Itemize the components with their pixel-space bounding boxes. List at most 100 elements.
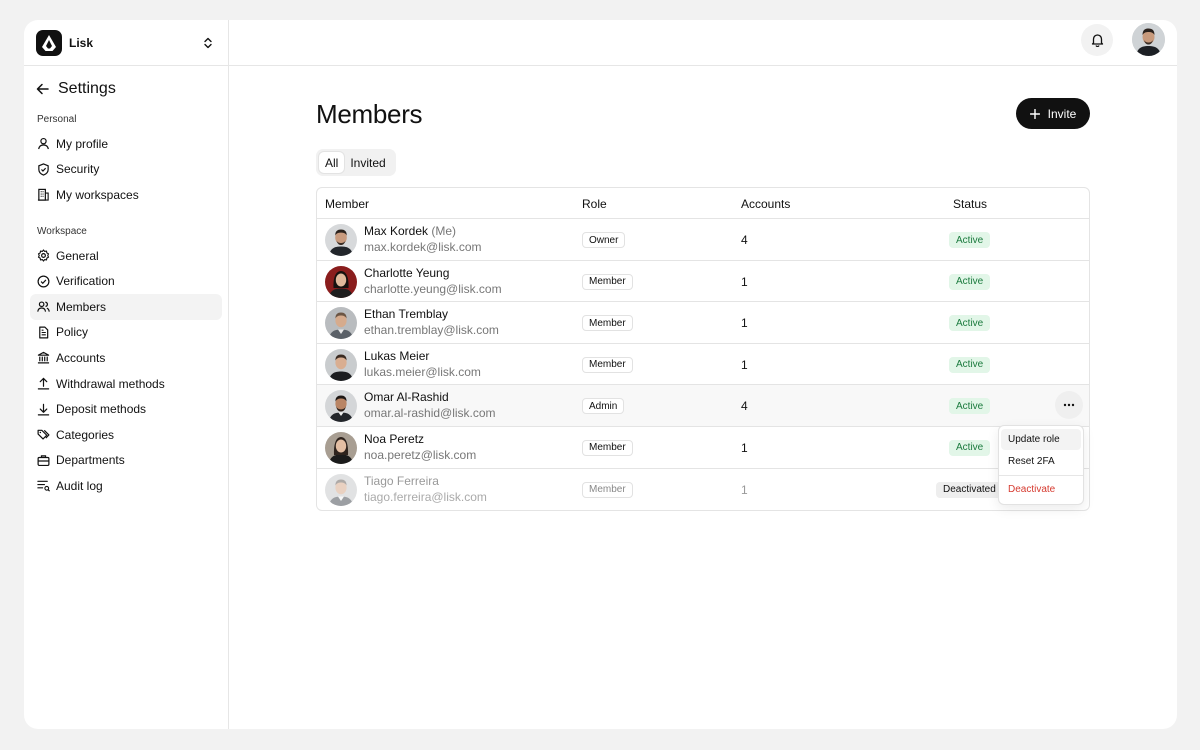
status-badge: Active [949, 398, 991, 415]
member-avatar [325, 390, 357, 423]
accounts-count: 1 [741, 357, 748, 372]
column-header-role: Role [582, 197, 607, 211]
member-email: lukas.meier@lisk.com [364, 364, 481, 379]
member-email: ethan.tremblay@lisk.com [364, 323, 499, 338]
sidebar-item-audit-log[interactable]: Audit log [30, 473, 222, 499]
role-badge: Admin [582, 398, 625, 415]
table-row[interactable]: Tiago Ferreira tiago.ferreira@lisk.com M… [317, 469, 1089, 511]
sidebar-item-my-workspaces[interactable]: My workspaces [30, 182, 222, 208]
gear-icon [37, 249, 50, 262]
user-avatar[interactable] [1132, 23, 1165, 56]
sidebar-item-label: Departments [56, 453, 125, 468]
table-row[interactable]: Max Kordek (Me) max.kordek@lisk.com Owne… [317, 219, 1089, 261]
sidebar-item-departments[interactable]: Departments [30, 448, 222, 474]
workspace-name: Lisk [69, 35, 94, 50]
accounts-count: 4 [741, 233, 748, 247]
table-row[interactable]: Noa Peretz noa.peretz@lisk.com Member 1 … [317, 427, 1089, 469]
role-badge: Member [582, 481, 633, 498]
row-actions-menu: Update role Reset 2FA Deactivate [998, 425, 1084, 505]
status-badge: Deactivated [936, 481, 1003, 498]
page-title: Members [316, 99, 423, 129]
me-indicator: (Me) [431, 224, 457, 238]
column-header-member: Member [325, 197, 370, 211]
member-name: Max Kordek (Me) [364, 224, 456, 238]
menu-item-deactivate[interactable]: Deactivate [1001, 479, 1081, 500]
menu-item-reset-2fa[interactable]: Reset 2FA [1001, 451, 1081, 472]
member-name-text: Max Kordek [364, 224, 429, 238]
back-arrow-icon[interactable] [36, 82, 50, 96]
notifications-button[interactable] [1081, 24, 1113, 56]
sidebar-item-categories[interactable]: Categories [30, 422, 222, 448]
settings-title: Settings [58, 80, 116, 97]
tab-invited[interactable]: Invited [344, 152, 391, 173]
invite-button[interactable]: Invite [1016, 98, 1090, 129]
role-badge: Member [582, 356, 633, 373]
member-avatar [325, 307, 357, 340]
document-icon [37, 326, 50, 339]
list-filter-icon [37, 479, 50, 492]
row-actions-button[interactable] [1055, 391, 1083, 420]
table-row[interactable]: Omar Al-Rashid omar.al-rashid@lisk.com A… [317, 385, 1089, 427]
sidebar-item-my-profile[interactable]: My profile [30, 131, 222, 157]
personal-nav: My profile Security My workspaces [24, 131, 228, 208]
shield-icon [37, 163, 50, 176]
plus-icon [1029, 108, 1040, 119]
member-avatar [325, 265, 357, 298]
workspace-switcher[interactable]: Lisk [24, 20, 228, 66]
status-badge: Active [949, 273, 991, 290]
member-avatar [325, 431, 357, 464]
sidebar-item-label: Policy [56, 325, 89, 340]
member-email: tiago.ferreira@lisk.com [364, 489, 487, 504]
member-name: Ethan Tremblay [364, 307, 449, 322]
role-badge: Member [582, 439, 633, 456]
sidebar-item-label: Members [56, 299, 107, 314]
table-row[interactable]: Ethan Tremblay ethan.tremblay@lisk.com M… [317, 302, 1089, 344]
sidebar-item-label: Audit log [56, 478, 103, 493]
personal-section-label: Personal [37, 114, 77, 125]
settings-header: Settings [24, 79, 228, 99]
status-badge: Active [949, 356, 991, 373]
sidebar-item-general[interactable]: General [30, 243, 222, 269]
role-badge: Member [582, 315, 633, 332]
users-icon [37, 300, 50, 313]
member-avatar [325, 473, 357, 506]
members-table: Member Role Accounts Status Max Kordek (… [316, 187, 1090, 511]
bell-icon [1091, 34, 1103, 47]
member-avatar [325, 224, 357, 256]
sidebar-item-policy[interactable]: Policy [30, 320, 222, 346]
sidebar-item-security[interactable]: Security [30, 157, 222, 183]
sidebar-item-accounts[interactable]: Accounts [30, 345, 222, 371]
more-horizontal-icon [1063, 404, 1075, 407]
member-name: Omar Al-Rashid [364, 390, 449, 405]
sidebar-item-withdrawal-methods[interactable]: Withdrawal methods [30, 371, 222, 397]
sidebar-item-deposit-methods[interactable]: Deposit methods [30, 396, 222, 422]
sidebar-item-label: My workspaces [56, 187, 139, 202]
member-email: charlotte.yeung@lisk.com [364, 281, 502, 296]
tags-icon [37, 428, 50, 441]
status-badge: Active [949, 315, 991, 332]
building-icon [37, 188, 50, 202]
bank-icon [37, 351, 50, 364]
sidebar-item-label: Security [56, 162, 100, 177]
table-row[interactable]: Lukas Meier lukas.meier@lisk.com Member … [317, 344, 1089, 386]
top-bar [229, 20, 1177, 66]
column-header-status: Status [953, 197, 988, 211]
table-row[interactable]: Charlotte Yeung charlotte.yeung@lisk.com… [317, 261, 1089, 303]
menu-item-update-role[interactable]: Update role [1001, 429, 1081, 450]
member-name: Tiago Ferreira [364, 473, 439, 488]
sidebar-item-label: Accounts [56, 350, 106, 365]
workspace-section-label: Workspace [37, 225, 87, 237]
member-avatar [325, 348, 357, 381]
download-icon [37, 403, 50, 416]
sidebar-item-label: Deposit methods [56, 402, 147, 417]
sidebar-item-verification[interactable]: Verification [30, 268, 222, 294]
sidebar-item-members[interactable]: Members [30, 293, 222, 320]
tab-all[interactable]: All [319, 152, 345, 173]
sidebar-item-label: General [56, 248, 99, 263]
accounts-count: 4 [741, 399, 748, 414]
role-badge: Member [582, 273, 633, 290]
app-window: Lisk Settings Personal My profile Securi… [24, 20, 1177, 729]
member-email: omar.al-rashid@lisk.com [364, 406, 496, 421]
menu-divider [999, 475, 1083, 476]
sidebar-item-label: My profile [56, 136, 109, 151]
